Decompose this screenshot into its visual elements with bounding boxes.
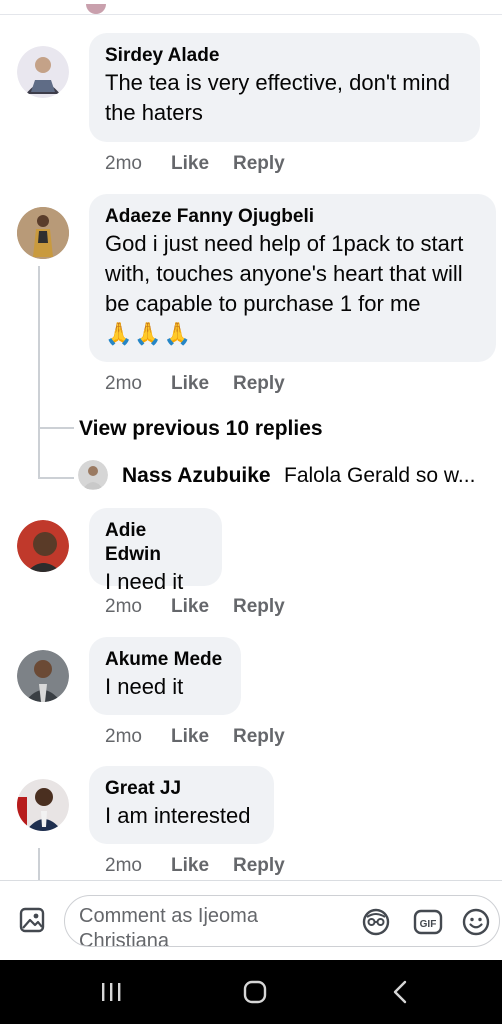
avatar[interactable] (17, 207, 69, 259)
comment-text: God i just need help of 1pack to start w… (105, 231, 464, 316)
comment-actions: 2mo Like Reply (105, 853, 285, 879)
comment-actions: 2mo Like Reply (105, 724, 285, 750)
comment-text: The tea is very effective, don't mind th… (105, 70, 450, 125)
reply-button[interactable]: Reply (233, 724, 285, 750)
comment-time: 2mo (105, 373, 142, 394)
thread-line (38, 848, 40, 880)
avatar[interactable] (17, 650, 69, 702)
avatar[interactable] (17, 46, 69, 98)
comment-emoji: 🙏🙏🙏 (105, 321, 194, 346)
reply-button[interactable]: Reply (233, 853, 285, 879)
previous-avatar-edge (86, 4, 106, 14)
comment-bubble[interactable]: Akume Mede I need it (89, 637, 241, 715)
like-button[interactable]: Like (171, 724, 233, 750)
comment-author[interactable]: Sirdey Alade (105, 44, 464, 68)
comment-bubble[interactable]: Sirdey Alade The tea is very effective, … (89, 33, 480, 142)
comment-time: 2mo (105, 596, 142, 617)
avatar[interactable] (17, 779, 69, 831)
like-button[interactable]: Like (171, 853, 233, 879)
previous-comment-edge (0, 0, 502, 15)
reply-button[interactable]: Reply (233, 371, 285, 397)
thread-line (38, 266, 40, 478)
reply-button[interactable]: Reply (233, 151, 285, 177)
comment-actions: 2mo Like Reply (105, 371, 285, 397)
comment-bubble[interactable]: Great JJ I am interested (89, 766, 274, 844)
comment-bubble[interactable]: Adaeze Fanny Ojugbeli God i just need he… (89, 194, 496, 362)
comment-actions: 2mo Like Reply (105, 151, 285, 177)
system-navigation-bar (0, 960, 502, 1024)
view-previous-replies-link[interactable]: View previous 10 replies (79, 416, 323, 442)
comment-time: 2mo (105, 726, 142, 747)
like-button[interactable]: Like (171, 371, 233, 397)
comment-text: I need it (105, 674, 184, 699)
gif-icon[interactable]: GIF (413, 907, 443, 937)
comment-actions: 2mo Like Reply (105, 594, 285, 620)
like-button[interactable]: Like (171, 151, 233, 177)
comment-text: I am interested (105, 803, 251, 828)
comment-time: 2mo (105, 153, 142, 174)
home-icon[interactable] (235, 976, 275, 1008)
svg-text:GIF: GIF (420, 919, 437, 930)
comment-composer: Comment as Ijeoma Christiana GIF (0, 880, 502, 961)
reply-text: Falola Gerald so w... (284, 464, 476, 487)
comment-input[interactable]: Comment as Ijeoma Christiana GIF (64, 895, 500, 947)
back-icon[interactable] (380, 976, 420, 1008)
emoji-icon[interactable] (461, 907, 491, 937)
reply-author[interactable]: Nass Azubuike (122, 463, 271, 489)
comment-author[interactable]: Adaeze Fanny Ojugbeli (105, 205, 480, 229)
comment-author[interactable]: Akume Mede (105, 648, 225, 672)
photo-icon[interactable] (18, 906, 46, 934)
recent-apps-icon[interactable] (91, 976, 131, 1008)
comment-bubble[interactable]: Adie Edwin I need it (89, 508, 222, 594)
avatar[interactable] (78, 460, 108, 490)
avatar[interactable] (17, 520, 69, 572)
comment-author[interactable]: Great JJ (105, 777, 258, 801)
comment-input-placeholder: Comment as Ijeoma Christiana (79, 905, 258, 947)
thread-branch (38, 427, 74, 429)
comment-text: I need it (105, 569, 184, 594)
reply-button[interactable]: Reply (233, 594, 285, 620)
comment-author[interactable]: Adie Edwin (105, 519, 206, 567)
comment-time: 2mo (105, 855, 142, 876)
thread-branch (38, 477, 74, 479)
avatar-sticker-icon[interactable] (361, 907, 391, 937)
like-button[interactable]: Like (171, 594, 233, 620)
